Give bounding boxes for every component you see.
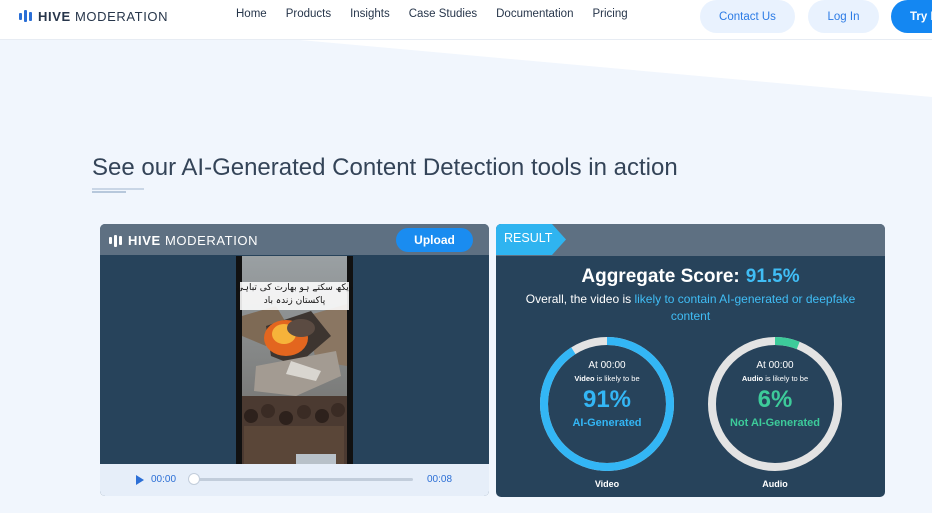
demo-video-card: HIVE MODERATION Upload دیکھ سکتے ہو بھار… xyxy=(100,224,489,496)
audio-score-gauge: At 00:00 Audio is likely to be 6% Not AI… xyxy=(706,335,844,473)
demo-brand-name: HIVE MODERATION xyxy=(128,233,259,248)
seek-handle[interactable] xyxy=(188,473,200,485)
audio-timestamp: At 00:00 xyxy=(756,360,794,371)
video-thumbnail[interactable]: دیکھ سکتے ہو بھارت کی تباہی پاکستان زندہ… xyxy=(236,256,353,464)
video-caption-line-1: دیکھ سکتے ہو بھارت کی تباہی xyxy=(236,283,353,293)
nav-link-insights[interactable]: Insights xyxy=(350,8,390,20)
top-navbar: HIVE MODERATION Home Products Insights C… xyxy=(0,0,932,40)
aggregate-label: Aggregate Score: xyxy=(581,266,740,287)
overall-prefix: Overall, the video is xyxy=(525,292,635,306)
nav-link-case-studies[interactable]: Case Studies xyxy=(409,8,477,20)
play-icon[interactable] xyxy=(136,475,144,485)
logo-bars-icon xyxy=(109,234,122,247)
video-gauge-text: At 00:00 Video is likely to be 91% AI-Ge… xyxy=(538,335,676,473)
result-tag: RESULT xyxy=(496,224,566,255)
video-timestamp: At 00:00 xyxy=(588,360,626,371)
heading-underline xyxy=(92,188,144,193)
video-player-controls: 00:00 00:08 xyxy=(100,464,489,496)
video-score-gauge: At 00:00 Video is likely to be 91% AI-Ge… xyxy=(538,335,676,473)
current-time: 00:00 xyxy=(151,474,177,485)
audio-gauge-caption: Audio xyxy=(762,479,788,489)
overall-highlight: likely to contain AI-generated or deepfa… xyxy=(634,292,856,323)
nav-link-pricing[interactable]: Pricing xyxy=(592,8,627,20)
nav-link-documentation[interactable]: Documentation xyxy=(496,8,573,20)
contact-us-button[interactable]: Contact Us xyxy=(700,0,795,33)
duration-time: 00:08 xyxy=(427,474,453,485)
nav-link-products[interactable]: Products xyxy=(286,8,331,20)
logo-bars-icon xyxy=(19,10,32,22)
demo-brand-logo: HIVE MODERATION xyxy=(109,233,258,248)
log-in-button[interactable]: Log In xyxy=(808,0,879,33)
video-percent: 91% xyxy=(582,386,632,413)
result-card: RESULT Aggregate Score: 91.5% Overall, th… xyxy=(496,224,885,497)
overall-verdict: Overall, the video is likely to contain … xyxy=(510,291,871,324)
video-classification: AI-Generated xyxy=(572,417,642,429)
video-likely-label: Video is likely to be xyxy=(574,374,640,383)
aggregate-value: 91.5% xyxy=(745,266,800,287)
upload-button[interactable]: Upload xyxy=(396,228,473,252)
video-caption-line-2: پاکستان زندہ باد xyxy=(263,296,326,306)
try-button[interactable]: Try I xyxy=(891,0,932,33)
brand-name: HIVE MODERATION xyxy=(38,8,169,24)
demo-card-header: HIVE MODERATION Upload xyxy=(100,224,489,255)
section-heading: See our AI-Generated Content Detection t… xyxy=(92,154,678,181)
audio-likely-label: Audio is likely to be xyxy=(741,374,809,383)
brand-logo[interactable]: HIVE MODERATION xyxy=(19,8,168,24)
audio-percent: 6% xyxy=(757,386,793,413)
video-gauge-caption: Video xyxy=(594,479,620,489)
nav-links: Home Products Insights Case Studies Docu… xyxy=(236,8,647,20)
result-card-header: RESULT xyxy=(496,224,885,256)
audio-gauge-text: At 00:00 Audio is likely to be 6% Not AI… xyxy=(706,335,844,473)
nav-link-home[interactable]: Home xyxy=(236,8,267,20)
aggregate-score: Aggregate Score: 91.5% xyxy=(496,266,885,288)
seek-bar[interactable] xyxy=(191,478,413,481)
audio-classification: Not AI-Generated xyxy=(729,417,821,429)
